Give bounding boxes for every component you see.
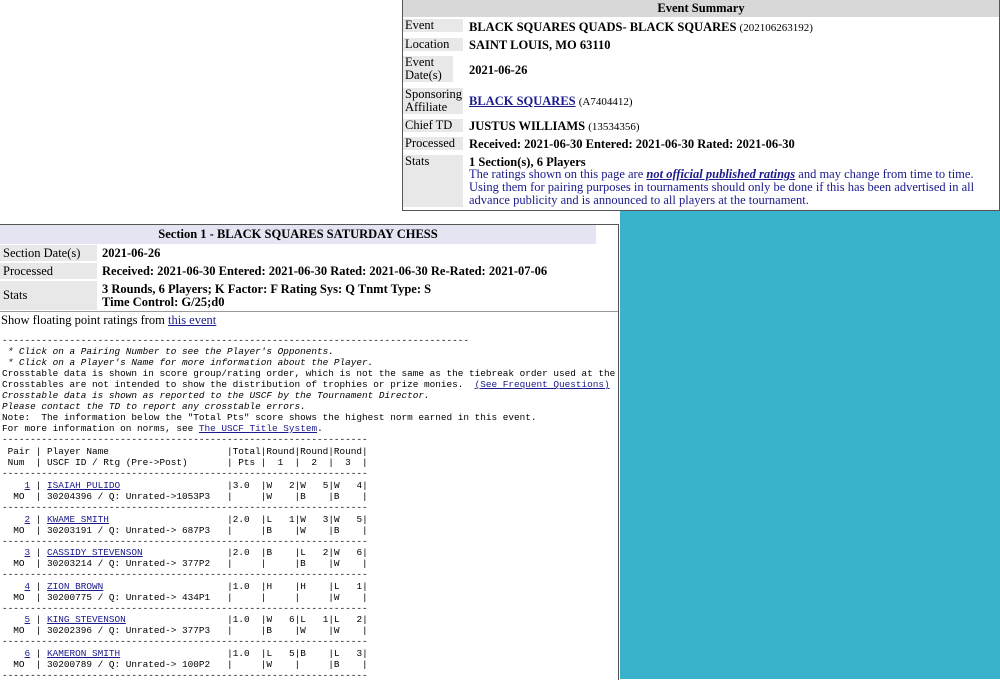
player-row-line2: MO | 30203191 / Q: Unrated-> 687P3 | |B …: [2, 524, 368, 536]
event-summary-header: Event Summary: [403, 0, 999, 17]
note-reported: Crosstable data is shown as reported to …: [2, 390, 430, 401]
player-row-line2: MO | 30200789 / Q: Unrated-> 100P2 | |W …: [2, 658, 368, 670]
affiliate-id: (A7404412): [578, 96, 633, 108]
section-header: Section 1 - BLACK SQUARES SATURDAY CHESS: [0, 225, 596, 244]
this-event-link[interactable]: this event: [168, 313, 216, 327]
section-processed-value: Received: 2021-06-30 Entered: 2021-06-30…: [102, 264, 548, 278]
player-name-link[interactable]: ISAIAH PULIDO: [47, 480, 120, 491]
player-row-rule: ----------------------------------------…: [2, 602, 368, 614]
processed-label: Processed: [403, 137, 463, 150]
note-pairing: * Click on a Pairing Number to see the P…: [2, 346, 334, 357]
event-date-value: 2021-06-26: [469, 63, 528, 77]
section-stats-line2: Time Control: G/25;d0: [102, 295, 225, 309]
notes-rule-bottom: ----------------------------------------…: [2, 434, 368, 445]
player-name-link[interactable]: KWAME SMITH: [47, 514, 109, 525]
event-id: (202106263192): [739, 22, 813, 34]
player-results: |1.0 |W 6|L 1|L 2|: [125, 614, 368, 625]
processed-value: Received: 2021-06-30 Entered: 2021-06-30…: [469, 137, 795, 151]
note-norms-link-line: For more information on norms, see The U…: [2, 423, 323, 434]
event-label: Event: [403, 19, 463, 32]
player-row-rule: ----------------------------------------…: [2, 669, 368, 680]
player-row-line1: 5 | KING STEVENSON |1.0 |W 6|L 1|L 2|: [24, 614, 368, 625]
chief-td-label: Chief TD: [403, 119, 463, 132]
note-contact: Please contact the TD to report any cros…: [2, 401, 306, 412]
unofficial-ratings-link[interactable]: not official published ratings: [646, 167, 795, 181]
crosstable-header-2: Num | USCF ID / Rtg (Pre->Post) | Pts | …: [2, 457, 368, 468]
player-name-link[interactable]: KAMERON SMITH: [47, 648, 120, 659]
player-name-link[interactable]: KING STEVENSON: [47, 614, 126, 625]
player-row-line1: 6 | KAMERON SMITH |1.0 |L 5|B |L 3|: [24, 647, 368, 659]
faq-link[interactable]: (See Frequent Questions): [475, 379, 610, 390]
crosstable-header-rule: ----------------------------------------…: [2, 468, 368, 479]
player-row-line1: 2 | KWAME SMITH |2.0 |L 1|W 3|W 5|: [24, 513, 368, 525]
player-row-line1: 1 | ISAIAH PULIDO |3.0 |W 2|W 5|W 4|: [24, 480, 368, 491]
stats-label: Stats: [403, 155, 463, 207]
player-row-rule: ----------------------------------------…: [2, 569, 368, 581]
event-date-label: Event Date(s): [403, 56, 453, 82]
chief-td-name: JUSTUS WILLIAMS: [469, 119, 586, 133]
player-results: |2.0 |B |L 2|W 6|: [142, 547, 368, 558]
note-norms: Note: The information below the "Total P…: [2, 412, 537, 423]
section-divider: [0, 311, 618, 312]
title-system-link[interactable]: The USCF Title System: [199, 423, 317, 434]
section-box: Section 1 - BLACK SQUARES SATURDAY CHESS…: [0, 224, 619, 680]
location-label: Location: [403, 38, 463, 51]
player-name-link[interactable]: CASSIDY STEVENSON: [47, 547, 143, 558]
player-results: |2.0 |L 1|W 3|W 5|: [108, 513, 368, 525]
ratings-disclaimer: The ratings shown on this page are not o…: [469, 167, 975, 207]
page-background-panel: [620, 211, 1000, 679]
section-processed-label: Processed: [0, 263, 97, 279]
crosstable-header-1: Pair | Player Name |Total|Round|Round|Ro…: [2, 446, 368, 457]
chief-td-id: (13534356): [588, 121, 640, 133]
note-player-name: * Click on a Player's Name for more info…: [2, 357, 374, 368]
section-date-value: 2021-06-26: [102, 246, 161, 260]
player-row-line2: MO | 30203214 / Q: Unrated-> 377P2 | | |…: [2, 558, 368, 570]
player-results: |1.0 |H |H |L 1|: [103, 580, 368, 592]
event-name: BLACK SQUARES QUADS- BLACK SQUARES: [469, 20, 737, 34]
chief-td-value: JUSTUS WILLIAMS (13534356): [469, 119, 991, 134]
affiliate-label: Sponsoring Affiliate: [403, 87, 463, 114]
player-results: |3.0 |W 2|W 5|W 4|: [120, 480, 368, 491]
player-row-rule: ----------------------------------------…: [2, 502, 368, 514]
event-value: BLACK SQUARES QUADS- BLACK SQUARES (2021…: [469, 20, 991, 35]
player-row-line2: MO | 30204396 / Q: Unrated->1053P3 | |W …: [2, 491, 368, 503]
location-value: SAINT LOUIS, MO 63110: [469, 38, 611, 52]
player-row-line2: MO | 30200775 / Q: Unrated-> 434P1 | | |…: [2, 591, 368, 603]
note-score-order: Crosstable data is shown in score group/…: [2, 368, 619, 379]
section-stats-line1: 3 Rounds, 6 Players; K Factor: F Rating …: [102, 282, 432, 296]
player-row-line1: 4 | ZION BROWN |1.0 |H |H |L 1|: [24, 580, 368, 592]
affiliate-value: BLACK SQUARES (A7404412): [469, 94, 991, 109]
player-row-line1: 3 | CASSIDY STEVENSON |2.0 |B |L 2|W 6|: [24, 547, 368, 558]
event-summary-box: Event Summary Event BLACK SQUARES QUADS-…: [402, 0, 1000, 211]
player-row-line2: MO | 30202396 / Q: Unrated-> 377P3 | |B …: [2, 625, 368, 637]
section-stats-label: Stats: [0, 281, 97, 310]
player-name-link[interactable]: ZION BROWN: [47, 581, 103, 592]
affiliate-link[interactable]: BLACK SQUARES: [469, 94, 576, 108]
player-row-rule: ----------------------------------------…: [2, 535, 368, 547]
notes-rule-top: ----------------------------------------…: [2, 335, 469, 346]
player-row-rule: ----------------------------------------…: [2, 636, 368, 648]
section-date-label: Section Date(s): [0, 245, 97, 261]
note-trophies: Crosstables are not intended to show the…: [2, 379, 610, 390]
floating-ratings-line: Show floating point ratings from this ev…: [1, 313, 217, 327]
player-results: |1.0 |L 5|B |L 3|: [120, 647, 368, 659]
